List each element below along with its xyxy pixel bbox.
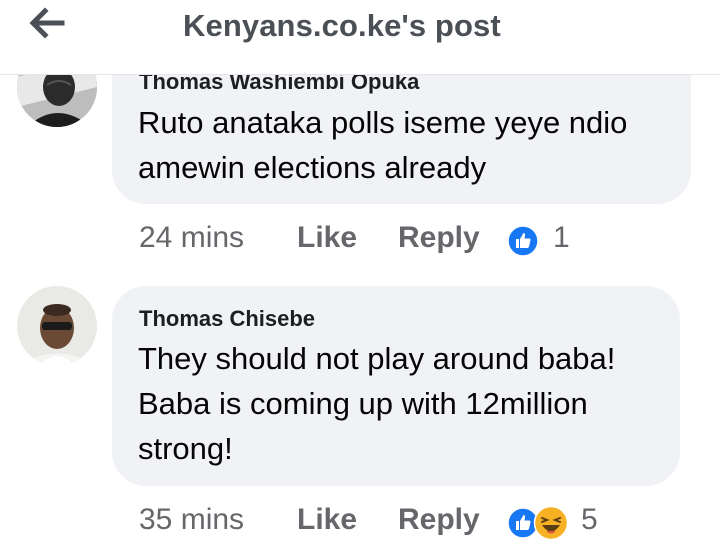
- top-bar: Kenyans.co.ke's post: [0, 0, 720, 75]
- reply-button[interactable]: Reply: [398, 503, 480, 537]
- avatar-photo-icon: [17, 286, 97, 366]
- comment-bubble[interactable]: Thomas Chisebe They should not play arou…: [112, 286, 680, 486]
- comment-text-line: Ruto anataka polls iseme yeye ndio: [138, 105, 628, 140]
- like-button[interactable]: Like: [297, 221, 357, 255]
- comment-timestamp[interactable]: 24 mins: [139, 221, 244, 255]
- page-title: Kenyans.co.ke's post: [183, 8, 501, 43]
- back-button[interactable]: [26, 6, 70, 40]
- arrow-left-icon: [29, 7, 65, 39]
- comments-list: Thomas Washiembi Opuka Ruto anataka poll…: [0, 0, 720, 551]
- avatar[interactable]: [17, 286, 97, 366]
- haha-icon[interactable]: [533, 505, 569, 541]
- comment-text-line: Baba is coming up with 12million: [138, 386, 588, 421]
- reply-button[interactable]: Reply: [398, 221, 480, 255]
- reaction-count[interactable]: 1: [553, 221, 570, 255]
- comment-author[interactable]: Thomas Chisebe: [139, 306, 315, 332]
- comment-text-line: strong!: [138, 431, 233, 466]
- like-button[interactable]: Like: [297, 503, 357, 537]
- comment-text-line: They should not play around baba!: [138, 341, 616, 376]
- comment-timestamp[interactable]: 35 mins: [139, 503, 244, 537]
- reaction-count[interactable]: 5: [581, 503, 598, 537]
- like-icon[interactable]: [507, 225, 539, 257]
- comment-text-line: amewin elections already: [138, 150, 487, 185]
